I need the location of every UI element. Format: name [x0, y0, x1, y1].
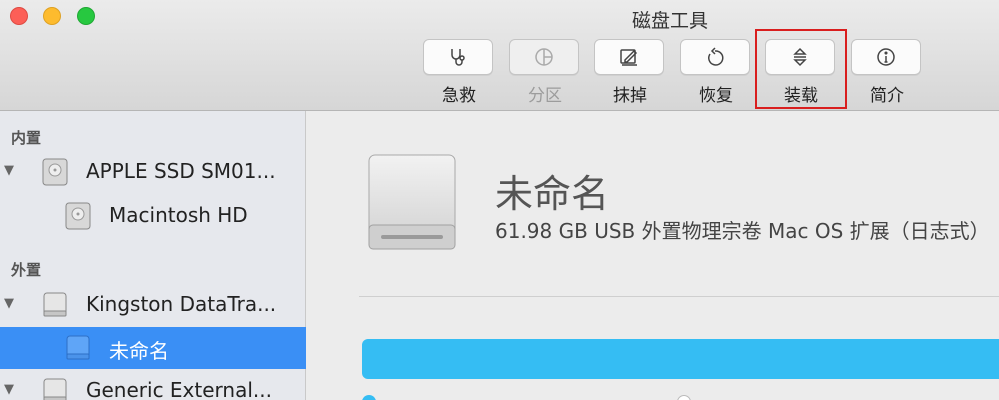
restore-icon	[708, 47, 724, 66]
sidebar: 内置 ▼ APPLE SSD SM01... Macintosh HD 外置 ▼…	[0, 111, 306, 400]
info-button[interactable]: 简介	[851, 39, 923, 106]
erase-button[interactable]: 抹掉	[594, 39, 666, 106]
sidebar-item-label: Generic External...	[86, 378, 272, 400]
volume-icon	[66, 335, 90, 360]
sidebar-section-internal: 内置	[11, 129, 42, 147]
erase-icon	[620, 49, 638, 66]
internal-disk-icon	[42, 158, 68, 186]
sidebar-item-label: Macintosh HD	[109, 203, 248, 227]
sidebar-item-generic-external[interactable]: ▼ Generic External...	[0, 370, 306, 400]
volume-name: 未命名	[495, 172, 610, 216]
sidebar-item-macintosh-hd[interactable]: Macintosh HD	[0, 195, 306, 237]
disclosure-triangle-icon[interactable]: ▼	[4, 382, 14, 397]
partition-button[interactable]: 分区	[509, 39, 581, 106]
volume-description: 61.98 GB USB 外置物理宗卷 Mac OS 扩展（日志式）	[495, 219, 990, 243]
restore-label: 恢复	[699, 86, 733, 106]
window-title: 磁盘工具	[631, 10, 708, 32]
sidebar-item-kingston[interactable]: ▼ Kingston DataTra...	[0, 284, 306, 326]
disclosure-triangle-icon[interactable]: ▼	[4, 163, 14, 178]
stethoscope-icon	[451, 49, 465, 66]
first-aid-label: 急救	[442, 86, 476, 106]
sidebar-item-label: 未命名	[109, 339, 169, 363]
disclosure-triangle-icon[interactable]: ▼	[4, 296, 14, 311]
restore-button[interactable]: 恢复	[680, 39, 752, 106]
used-legend-dot	[362, 395, 376, 400]
main-panel: 未命名 61.98 GB USB 外置物理宗卷 Mac OS 扩展（日志式）	[307, 111, 999, 400]
free-legend-dot	[677, 395, 691, 400]
sidebar-item-label: APPLE SSD SM01...	[86, 159, 276, 183]
external-disk-icon	[43, 292, 67, 317]
external-disk-icon	[43, 378, 67, 400]
mount-highlight-box	[755, 29, 847, 109]
erase-label: 抹掉	[613, 86, 647, 106]
info-icon	[877, 48, 895, 66]
partition-icon	[535, 48, 553, 66]
divider	[359, 296, 999, 297]
sidebar-item-label: Kingston DataTra...	[86, 292, 277, 316]
sidebar-item-apple-ssd[interactable]: ▼ APPLE SSD SM01...	[0, 151, 306, 193]
info-label: 简介	[870, 86, 904, 106]
sidebar-section-external: 外置	[11, 261, 42, 279]
first-aid-button[interactable]: 急救	[423, 39, 495, 106]
toolbar: 磁盘工具 急救 分区 抹掉 恢复 装载 简介	[0, 0, 999, 111]
volume-icon	[65, 202, 91, 230]
partition-label: 分区	[528, 86, 562, 106]
sidebar-item-untitled[interactable]: 未命名	[0, 327, 306, 369]
external-drive-icon	[368, 154, 456, 250]
usage-bar	[362, 339, 999, 379]
